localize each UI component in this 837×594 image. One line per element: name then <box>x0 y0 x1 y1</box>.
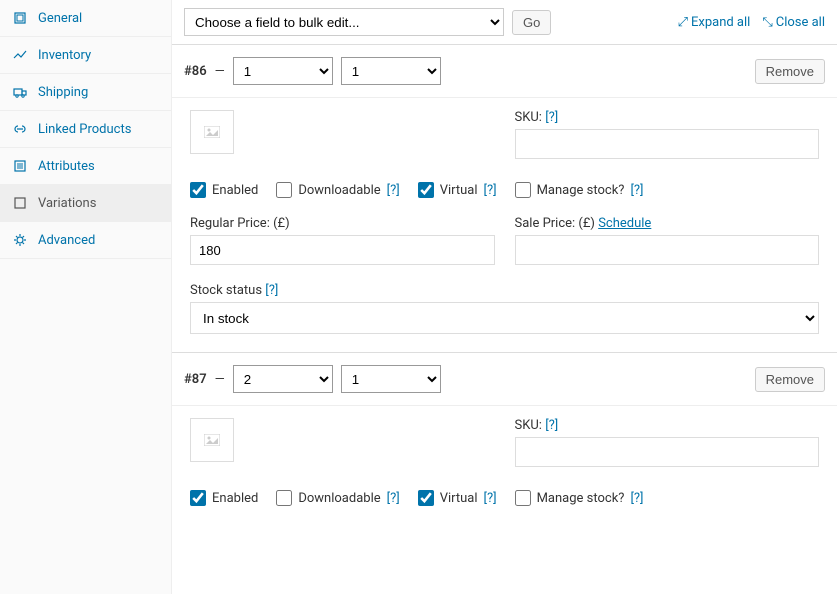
sku-input[interactable] <box>515 437 820 467</box>
remove-button[interactable]: Remove <box>755 367 825 392</box>
main-panel: Choose a field to bulk edit... Go ⤢Expan… <box>172 0 837 594</box>
stock-status-label: Stock status <box>190 283 262 298</box>
gear-icon <box>12 232 28 248</box>
sidebar-item-shipping[interactable]: Shipping <box>0 74 171 111</box>
help-icon[interactable]: [?] <box>545 418 558 433</box>
virtual-label: Virtual <box>440 491 478 506</box>
inventory-icon <box>12 47 28 63</box>
variation-body: SKU: [?] Enabled Downloadable [?] Virtua… <box>172 405 837 524</box>
downloadable-label: Downloadable <box>298 491 380 506</box>
help-icon[interactable]: [?] <box>545 110 558 125</box>
virtual-checkbox[interactable] <box>418 182 434 198</box>
variation-header: #86 — 1 1 Remove <box>172 45 837 97</box>
manage-stock-checkbox[interactable] <box>515 490 531 506</box>
downloadable-checkbox[interactable] <box>276 182 292 198</box>
help-icon[interactable]: [?] <box>630 183 643 198</box>
variation-attr2-select[interactable]: 1 <box>341 365 441 393</box>
enabled-label: Enabled <box>212 183 258 198</box>
variation-header: #87 — 2 1 Remove <box>172 353 837 405</box>
help-icon[interactable]: [?] <box>630 491 643 506</box>
go-button[interactable]: Go <box>512 10 551 35</box>
variation-id: #87 <box>184 372 207 387</box>
help-icon[interactable]: [?] <box>484 183 497 198</box>
variations-icon <box>12 195 28 211</box>
sidebar-item-label: Shipping <box>38 85 88 100</box>
expand-icon: ⤢ <box>678 15 688 30</box>
help-icon[interactable]: [?] <box>387 183 400 198</box>
virtual-label: Virtual <box>440 183 478 198</box>
manage-stock-checkbox[interactable] <box>515 182 531 198</box>
truck-icon <box>12 84 28 100</box>
sidebar-item-label: Linked Products <box>38 122 131 137</box>
variation-attr1-select[interactable]: 1 <box>233 57 333 85</box>
sale-price-input[interactable] <box>515 235 820 265</box>
sale-price-label: Sale Price: (£) <box>515 216 595 231</box>
virtual-checkbox[interactable] <box>418 490 434 506</box>
help-icon[interactable]: [?] <box>387 491 400 506</box>
help-icon[interactable]: [?] <box>484 491 497 506</box>
schedule-link[interactable]: Schedule <box>598 216 651 231</box>
sidebar-item-label: Variations <box>38 196 96 211</box>
sidebar-item-label: Advanced <box>38 233 95 248</box>
dash: — <box>215 372 225 387</box>
variation-id: #86 <box>184 64 207 79</box>
list-icon <box>12 158 28 174</box>
sidebar-item-linked[interactable]: Linked Products <box>0 111 171 148</box>
sku-input[interactable] <box>515 129 820 159</box>
collapse-icon: ⤡ <box>762 15 772 30</box>
expand-all-link[interactable]: ⤢Expand all <box>678 15 751 30</box>
sidebar-item-variations[interactable]: Variations <box>0 185 171 222</box>
sidebar-item-advanced[interactable]: Advanced <box>0 222 171 259</box>
regular-price-input[interactable] <box>190 235 495 265</box>
sku-label: SKU: <box>515 418 542 433</box>
settings-sidebar: General Inventory Shipping Linked Produc… <box>0 0 172 594</box>
sidebar-item-label: Attributes <box>38 159 95 174</box>
variation-image-thumb[interactable] <box>190 418 234 462</box>
wrench-icon <box>12 10 28 26</box>
downloadable-label: Downloadable <box>298 183 380 198</box>
enabled-checkbox[interactable] <box>190 182 206 198</box>
manage-stock-label: Manage stock? <box>537 491 625 506</box>
downloadable-checkbox[interactable] <box>276 490 292 506</box>
sidebar-item-label: Inventory <box>38 48 91 63</box>
sku-label: SKU: <box>515 110 542 125</box>
link-icon <box>12 121 28 137</box>
enabled-label: Enabled <box>212 491 258 506</box>
manage-stock-label: Manage stock? <box>537 183 625 198</box>
variation-row: #86 — 1 1 Remove SKU: [?] Enab <box>172 44 837 352</box>
sidebar-item-general[interactable]: General <box>0 0 171 37</box>
sidebar-item-inventory[interactable]: Inventory <box>0 37 171 74</box>
stock-status-select[interactable]: In stock <box>190 302 819 334</box>
variation-attr1-select[interactable]: 2 <box>233 365 333 393</box>
sidebar-item-label: General <box>38 11 82 26</box>
close-all-link[interactable]: ⤡Close all <box>762 15 825 30</box>
sidebar-item-attributes[interactable]: Attributes <box>0 148 171 185</box>
regular-price-label: Regular Price: (£) <box>190 216 290 231</box>
enabled-checkbox[interactable] <box>190 490 206 506</box>
variation-body: SKU: [?] Enabled Downloadable [?] Virtua… <box>172 97 837 352</box>
remove-button[interactable]: Remove <box>755 59 825 84</box>
dash: — <box>215 64 225 79</box>
bulk-toolbar: Choose a field to bulk edit... Go ⤢Expan… <box>172 0 837 44</box>
help-icon[interactable]: [?] <box>265 283 278 298</box>
bulk-edit-select[interactable]: Choose a field to bulk edit... <box>184 8 504 36</box>
variation-attr2-select[interactable]: 1 <box>341 57 441 85</box>
variation-row: #87 — 2 1 Remove SKU: [?] Enab <box>172 352 837 524</box>
variation-image-thumb[interactable] <box>190 110 234 154</box>
